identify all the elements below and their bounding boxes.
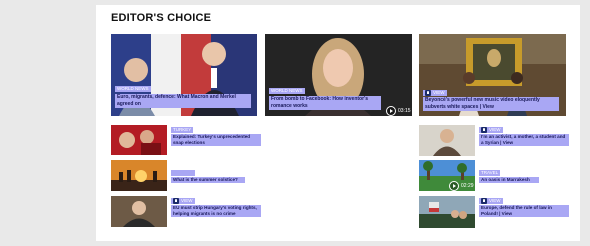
list-title[interactable]: An oasis in Marrakesh <box>479 177 539 183</box>
featured-card-beyonce[interactable]: VIEW Beyoncé's powerful new music video … <box>419 34 566 116</box>
play-icon[interactable] <box>386 106 396 116</box>
list-tag[interactable]: VIEW <box>479 127 503 133</box>
featured-title[interactable]: Euro, migrants, defence: What Macron and… <box>115 94 251 108</box>
featured-card-macron-merkel[interactable]: WORLD NEWS Euro, migrants, defence: What… <box>111 34 257 116</box>
video-duration: 02:29 <box>461 183 474 189</box>
list-tag[interactable]: VIEW <box>171 198 195 204</box>
list-title[interactable]: Explained: Turkey's unprecedented snap e… <box>171 134 261 146</box>
list-title[interactable]: Europe, defend the rule of law in Poland… <box>479 205 569 217</box>
list-image-activist <box>419 125 475 156</box>
section-title: EDITOR'S CHOICE <box>111 12 212 24</box>
list-tag[interactable]: TRAVEL <box>479 170 501 176</box>
list-tag[interactable]: TURKEY <box>171 127 194 133</box>
list-image-poland <box>419 196 475 228</box>
featured-tag[interactable]: VIEW <box>423 90 447 96</box>
view-icon <box>481 198 487 204</box>
featured-title[interactable]: From bomb to Facebook: How inventor's ro… <box>269 96 381 110</box>
list-title[interactable]: I'm an activist, a mother, a student and… <box>479 134 569 146</box>
list-tag[interactable] <box>171 170 195 176</box>
view-icon <box>425 90 431 96</box>
list-tag[interactable]: VIEW <box>479 198 503 204</box>
list-title[interactable]: EU must strip Hungary's voting rights, h… <box>171 205 261 217</box>
list-tag-label: VIEW <box>181 198 193 203</box>
featured-card-inventor[interactable]: WORLD NEWS From bomb to Facebook: How in… <box>265 34 412 116</box>
editors-choice-panel: EDITOR'S CHOICE WORLD NEWS Euro, migrant… <box>96 5 580 241</box>
view-icon <box>481 127 487 133</box>
video-duration: 03:15 <box>398 108 411 114</box>
list-image-hungary <box>111 196 167 227</box>
featured-tag[interactable]: WORLD NEWS <box>115 86 151 92</box>
video-play[interactable]: 02:29 <box>449 181 474 191</box>
play-icon[interactable] <box>449 181 459 191</box>
list-tag-label: VIEW <box>489 198 501 203</box>
featured-title[interactable]: Beyoncé's powerful new music video eloqu… <box>423 97 559 111</box>
video-play[interactable]: 03:15 <box>386 106 411 116</box>
list-image-solstice <box>111 160 167 191</box>
list-title[interactable]: What is the summer solstice? <box>171 177 245 183</box>
featured-tag-label: VIEW <box>433 90 445 95</box>
list-tag-label: VIEW <box>489 127 501 132</box>
view-icon <box>173 198 179 204</box>
list-image-turkey <box>111 125 167 155</box>
featured-tag[interactable]: WORLD NEWS <box>269 88 305 94</box>
